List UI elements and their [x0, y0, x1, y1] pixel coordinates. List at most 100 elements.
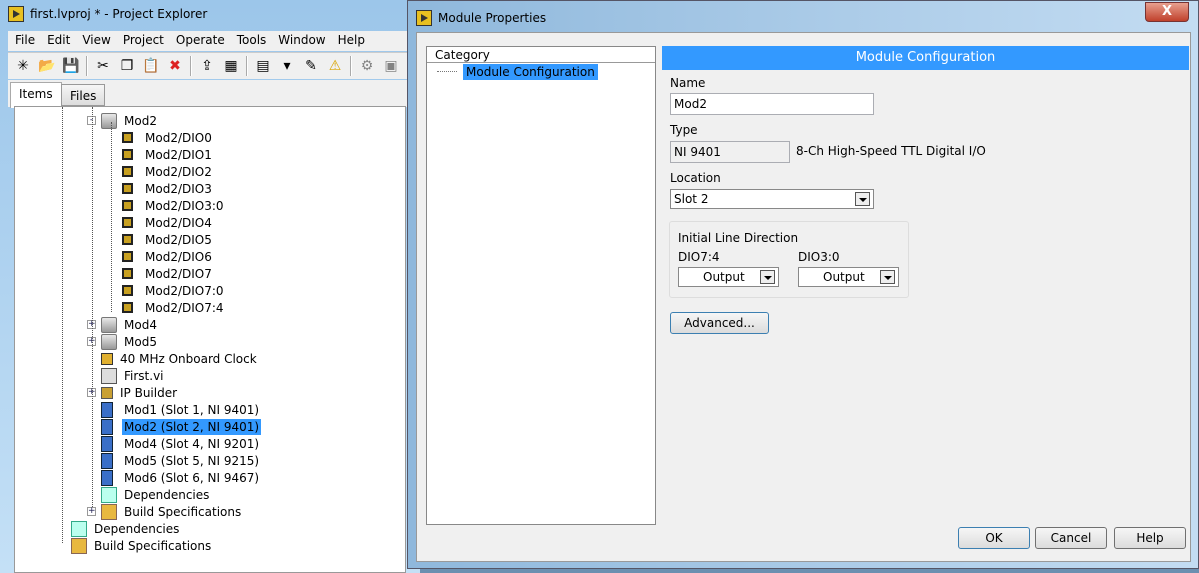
dialog-titlebar: Module Properties: [416, 10, 546, 26]
close-button[interactable]: X: [1145, 2, 1189, 22]
advanced-button[interactable]: Advanced...: [670, 312, 769, 334]
tree-item[interactable]: Mod5 (Slot 5, NI 9215): [101, 452, 261, 469]
build-icon[interactable]: ⚙: [358, 57, 376, 75]
tree-item[interactable]: Mod2/DIO1: [119, 146, 214, 163]
menu-project[interactable]: Project: [122, 31, 170, 51]
tree-item-label: Mod2/DIO7:0: [145, 283, 224, 298]
view-icon[interactable]: ▤: [254, 57, 272, 75]
tree-item[interactable]: Mod2/DIO7:4: [119, 299, 226, 316]
save-all-icon[interactable]: 💾: [62, 57, 80, 75]
dialog-title: Module Properties: [438, 11, 547, 25]
chevron-down-icon[interactable]: [880, 270, 895, 284]
category-item-module-configuration[interactable]: Module Configuration: [463, 64, 598, 80]
dio-icon: [122, 183, 133, 194]
dio74-dropdown[interactable]: Output: [678, 267, 779, 287]
menu-view[interactable]: View: [81, 31, 116, 51]
copy-icon[interactable]: ❐: [118, 57, 136, 75]
dio30-dropdown[interactable]: Output: [798, 267, 899, 287]
location-dropdown[interactable]: Slot 2: [670, 189, 874, 209]
tree-item[interactable]: 40 MHz Onboard Clock: [101, 350, 259, 367]
tree-item[interactable]: Mod1 (Slot 1, NI 9401): [101, 401, 261, 418]
dio-icon: [122, 251, 133, 262]
cancel-button[interactable]: Cancel: [1035, 527, 1107, 549]
cut-icon[interactable]: ✂: [94, 57, 112, 75]
dio-icon: [122, 268, 133, 279]
ip-icon: [101, 386, 113, 399]
tree-item-label: Mod2/DIO5: [145, 232, 212, 247]
tab-files[interactable]: Files: [61, 84, 106, 106]
tree-item[interactable]: Mod2/DIO2: [119, 163, 214, 180]
tree-item[interactable]: + Mod4: [87, 316, 159, 333]
tree-item[interactable]: Mod6 (Slot 6, NI 9467): [101, 469, 261, 486]
open-icon[interactable]: 📂: [38, 57, 56, 75]
tree-item[interactable]: Mod2/DIO7:0: [119, 282, 226, 299]
tree-item[interactable]: First.vi: [101, 367, 166, 384]
dio74-value: Output: [703, 270, 745, 284]
window-title: first.lvproj * - Project Explorer: [30, 7, 208, 21]
toolbar: ✳ 📂 💾 ✂ ❐ 📋 ✖ ⇪ ▦ ▤ ▾ ✎ ⚠ ⚙ ▣: [8, 52, 420, 79]
tree-item[interactable]: Mod2/DIO4: [119, 214, 214, 231]
tree-item[interactable]: + Mod5: [87, 333, 159, 350]
delete-icon[interactable]: ✖: [166, 57, 184, 75]
tree-item[interactable]: Mod2/DIO6: [119, 248, 214, 265]
package-icon[interactable]: ▣: [382, 57, 400, 75]
paste-icon[interactable]: 📋: [142, 57, 160, 75]
tree-item[interactable]: Mod2/DIO3: [119, 180, 214, 197]
menu-window[interactable]: Window: [277, 31, 331, 51]
chevron-down-icon[interactable]: [760, 270, 775, 284]
tree-item[interactable]: Mod4 (Slot 4, NI 9201): [101, 435, 261, 452]
tree-item-label: Mod4 (Slot 4, NI 9201): [124, 436, 260, 451]
tree-item-label: Mod6 (Slot 6, NI 9467): [124, 470, 260, 485]
tree-item[interactable]: Dependencies: [71, 520, 181, 537]
dio-icon: [122, 234, 133, 245]
chevron-down-icon[interactable]: [855, 192, 870, 206]
menu-help[interactable]: Help: [337, 31, 371, 51]
dio-icon: [122, 302, 133, 313]
name-label: Name: [670, 76, 706, 90]
tree-item-label: Mod2 (Slot 2, NI 9401): [122, 418, 262, 435]
tree-item-label: Mod2/DIO0: [145, 130, 212, 145]
module-properties-dialog: Module Properties X Category Module Conf…: [407, 0, 1199, 569]
ild-title: Initial Line Direction: [678, 231, 799, 245]
dio74-label: DIO7:4: [678, 250, 720, 264]
tree-item[interactable]: Mod2/DIO0: [119, 129, 214, 146]
menu-operate[interactable]: Operate: [175, 31, 231, 51]
new-icon[interactable]: ✳: [14, 57, 32, 75]
tree-item[interactable]: Mod2/DIO5: [119, 231, 214, 248]
explorer-titlebar: first.lvproj * - Project Explorer: [8, 6, 207, 22]
tree-item-label: Mod2/DIO6: [145, 249, 212, 264]
mod-icon: [101, 469, 113, 486]
tree-item-label: Dependencies: [124, 487, 210, 502]
ok-button[interactable]: OK: [958, 527, 1030, 549]
dropdown-icon[interactable]: ▾: [278, 57, 296, 75]
warning-icon[interactable]: ⚠: [326, 57, 344, 75]
tab-items[interactable]: Items: [10, 82, 62, 108]
dep-icon: [71, 520, 87, 537]
tree-item[interactable]: Mod2 (Slot 2, NI 9401): [101, 418, 262, 435]
tree-item[interactable]: Build Specifications: [71, 537, 213, 554]
tree-item-label: Mod2/DIO4: [145, 215, 212, 230]
tree-item[interactable]: Dependencies: [101, 486, 211, 503]
project-tree[interactable]: - Mod2 Mod2/DIO0 Mod2/DIO1 Mod2/DIO2 Mod2/DIO…: [14, 106, 406, 573]
name-field[interactable]: Mod2: [670, 93, 874, 115]
expand-icon[interactable]: +: [87, 507, 96, 516]
save-target-icon[interactable]: ▦: [222, 57, 240, 75]
help-button[interactable]: Help: [1114, 527, 1186, 549]
tree-item[interactable]: + IP Builder: [87, 384, 179, 401]
location-label: Location: [670, 171, 721, 185]
toolbar-separator: [86, 56, 88, 76]
tree-item[interactable]: + Build Specifications: [87, 503, 243, 520]
initial-line-direction-group: Initial Line Direction DIO7:4 DIO3:0 Out…: [669, 221, 909, 298]
menu-file[interactable]: File: [14, 31, 41, 51]
properties-icon[interactable]: ✎: [302, 57, 320, 75]
type-description: 8-Ch High-Speed TTL Digital I/O: [796, 144, 986, 158]
tree-item[interactable]: Mod2/DIO7: [119, 265, 214, 282]
tree-item[interactable]: Mod2/DIO3:0: [119, 197, 226, 214]
deploy-icon[interactable]: ⇪: [198, 57, 216, 75]
menu-edit[interactable]: Edit: [46, 31, 76, 51]
tree-item-label: 40 MHz Onboard Clock: [120, 351, 257, 366]
tree-item[interactable]: - Mod2: [87, 112, 159, 129]
mod-icon: [101, 401, 113, 418]
folder-icon: [101, 333, 117, 350]
menu-tools[interactable]: Tools: [236, 31, 273, 51]
